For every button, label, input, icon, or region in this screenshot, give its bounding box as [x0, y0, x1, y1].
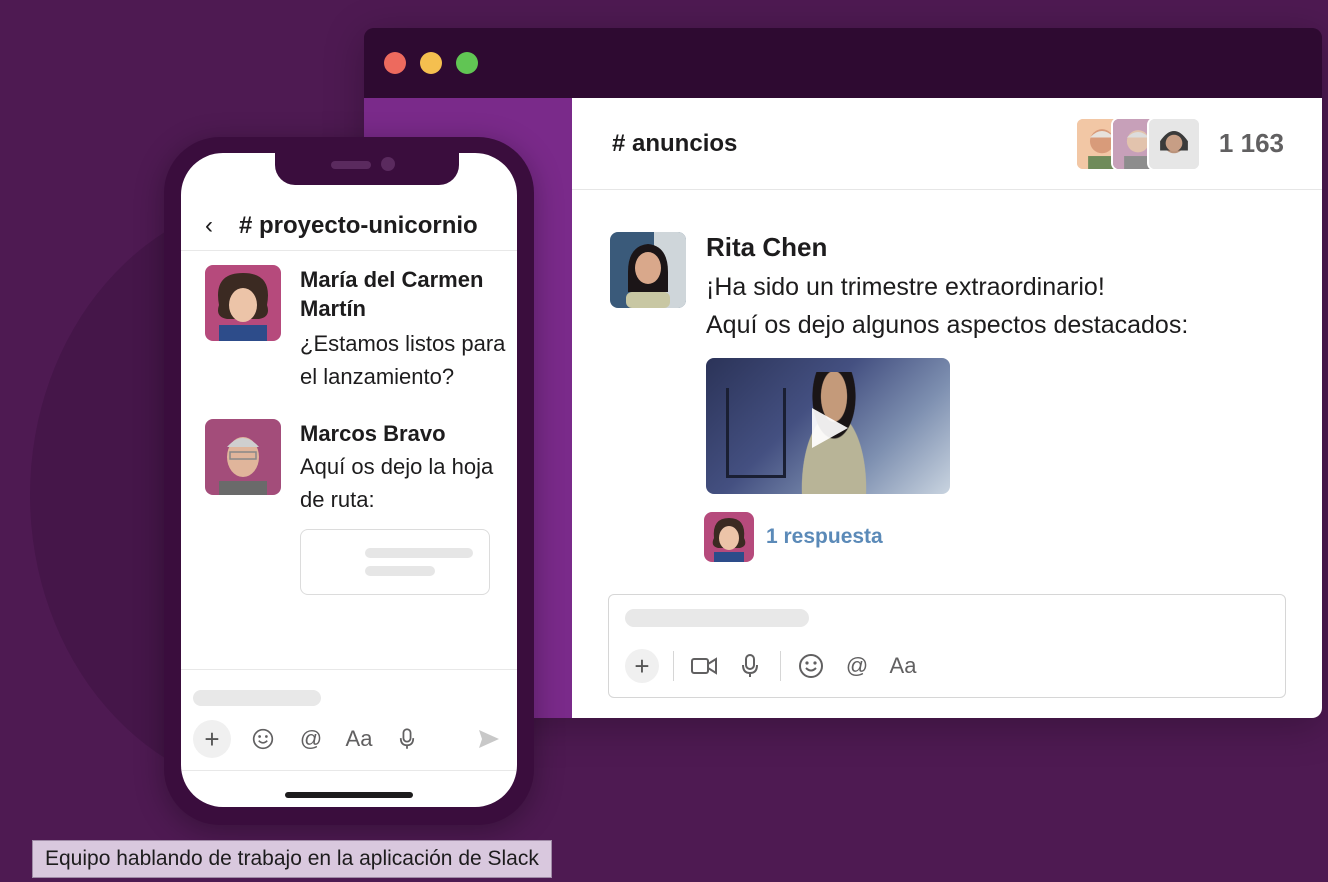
member-count: 1 163	[1218, 128, 1284, 158]
card-placeholder-line	[365, 566, 435, 576]
phone-channel-header: ‹ # proyecto-unicornio	[181, 201, 517, 251]
microphone-icon[interactable]	[734, 650, 766, 682]
reply-count-link[interactable]: 1 respuesta	[766, 525, 883, 549]
phone-screen: ‹ # proyecto-unicornio María del Carmen …	[181, 153, 517, 807]
microphone-icon[interactable]	[391, 723, 423, 755]
format-icon[interactable]: Aa	[343, 723, 375, 755]
phone-speaker	[331, 161, 371, 169]
avatar[interactable]	[205, 419, 281, 495]
plus-icon[interactable]: +	[193, 720, 231, 758]
message-composer[interactable]: + @ Aa	[608, 594, 1286, 698]
back-chevron-icon[interactable]: ‹	[205, 212, 225, 240]
play-icon[interactable]	[812, 408, 848, 448]
phone-notch	[275, 153, 459, 185]
message-text-line: ¡Ha sido un trimestre extraordinario!	[706, 273, 1105, 301]
composer-placeholder[interactable]	[625, 609, 809, 627]
emoji-icon[interactable]	[247, 723, 279, 755]
phone-composer-placeholder[interactable]	[193, 690, 321, 706]
avatar	[704, 512, 754, 562]
mention-icon[interactable]: @	[295, 723, 327, 755]
toolbar-divider	[673, 651, 674, 681]
avatar[interactable]	[205, 265, 281, 341]
toolbar-divider	[780, 651, 781, 681]
channel-view: # anuncios 1 163 Rita Chen ¡Ha sido un t…	[572, 98, 1322, 718]
maximize-window-button[interactable]	[456, 52, 478, 74]
phone-message-author[interactable]: Marcos Bravo	[300, 419, 517, 448]
member-avatars[interactable]	[1074, 116, 1201, 171]
card-placeholder-line	[365, 548, 473, 558]
emoji-icon[interactable]	[795, 650, 827, 682]
format-icon[interactable]: Aa	[887, 650, 919, 682]
video-thumbnail-detail	[726, 388, 786, 478]
file-attachment-card[interactable]	[300, 529, 490, 595]
video-attachment[interactable]	[706, 358, 950, 494]
phone-device: ‹ # proyecto-unicornio María del Carmen …	[164, 137, 534, 825]
channel-title[interactable]: # anuncios	[612, 130, 1075, 158]
home-indicator	[285, 792, 413, 798]
message-text-line: Aquí os dejo algunos aspectos destacados…	[706, 311, 1189, 339]
composer-toolbar: + @ Aa	[625, 649, 919, 683]
thread-replies[interactable]: 1 respuesta	[704, 512, 1286, 562]
send-icon[interactable]	[473, 723, 505, 755]
phone-message-author[interactable]: María del Carmen Martín	[300, 265, 517, 323]
phone-composer-toolbar: + @ Aa	[193, 720, 505, 758]
phone-channel-title[interactable]: # proyecto-unicornio	[239, 212, 478, 240]
phone-message-text: ¿Estamos listos para el lanzamiento?	[300, 331, 506, 389]
image-caption-tooltip: Equipo hablando de trabajo en la aplicac…	[32, 840, 552, 878]
phone-camera	[381, 157, 395, 171]
member-avatar	[1146, 116, 1201, 171]
minimize-window-button[interactable]	[420, 52, 442, 74]
window-titlebar	[364, 28, 1322, 98]
phone-message-text: Aquí os dejo la hoja de ruta:	[300, 454, 494, 512]
message-author[interactable]: Rita Chen	[706, 232, 1286, 262]
channel-header: # anuncios 1 163	[572, 98, 1322, 190]
plus-icon[interactable]: +	[625, 649, 659, 683]
avatar[interactable]	[610, 232, 686, 308]
phone-composer[interactable]: + @ Aa	[181, 669, 517, 771]
close-window-button[interactable]	[384, 52, 406, 74]
mention-icon[interactable]: @	[841, 650, 873, 682]
video-icon[interactable]	[688, 650, 720, 682]
